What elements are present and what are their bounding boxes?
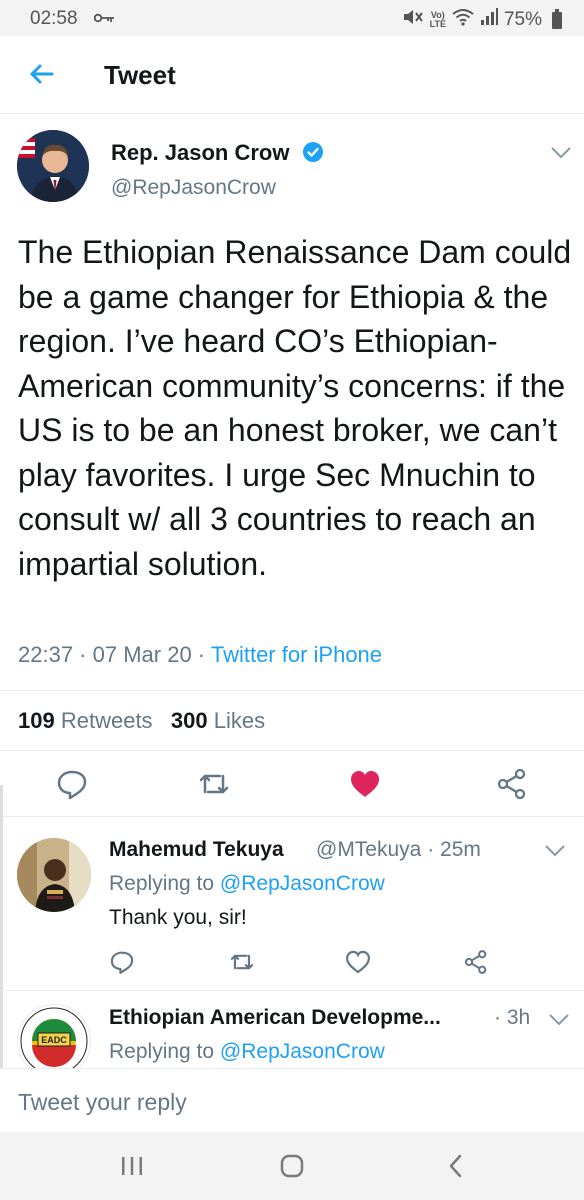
reply-author-handle: @MTekuya · 25m [316, 838, 481, 861]
like-label[interactable]: Likes [214, 708, 265, 733]
tweet-text: The Ethiopian Renaissance Dam could be a… [18, 234, 572, 582]
avatar[interactable] [17, 838, 91, 912]
chevron-down-icon[interactable] [550, 146, 572, 160]
avatar-logo-text: EADC [41, 1035, 67, 1045]
author-handle[interactable]: @RepJasonCrow [111, 176, 276, 200]
like-icon[interactable] [344, 948, 372, 976]
chevron-down-icon[interactable] [544, 844, 566, 858]
tweet-date: 07 Mar 20 [92, 642, 192, 667]
retweet-icon[interactable] [196, 766, 232, 802]
author-name[interactable]: Rep. Jason Crow [111, 140, 289, 166]
retweet-count[interactable]: 109 [18, 708, 55, 733]
battery-icon [552, 8, 562, 29]
share-icon[interactable] [462, 948, 490, 976]
back-icon[interactable] [442, 1152, 470, 1180]
network-indicator: Vo) LTE [429, 10, 446, 29]
divider [0, 990, 584, 991]
system-nav-bar [0, 1132, 584, 1200]
reply-icon[interactable] [54, 766, 90, 802]
avatar[interactable] [17, 130, 89, 202]
tweet-time: 22:37 [18, 642, 74, 667]
battery-level: 75% [503, 9, 542, 30]
key-icon [93, 7, 116, 30]
divider [0, 690, 584, 691]
mute-icon [402, 7, 424, 33]
like-count[interactable]: 300 [171, 708, 208, 733]
reply-time: · 3h [494, 1006, 531, 1029]
like-icon[interactable] [347, 766, 383, 802]
reply-input[interactable] [18, 1085, 558, 1119]
scrollbar[interactable] [0, 785, 3, 1070]
reply-icon[interactable] [108, 948, 136, 976]
reply-author-name[interactable]: Ethiopian American Developme... [109, 1006, 441, 1030]
chevron-down-icon[interactable] [548, 1013, 570, 1027]
page-title: Tweet [104, 60, 176, 90]
home-icon[interactable] [278, 1152, 306, 1180]
wifi-icon [452, 8, 474, 32]
app-header: Tweet [0, 36, 584, 114]
share-icon[interactable] [494, 766, 530, 802]
status-time: 02:58 [30, 8, 78, 29]
retweet-icon[interactable] [228, 948, 256, 976]
reply-composer [0, 1068, 584, 1132]
mention-link[interactable]: @RepJasonCrow [220, 1040, 385, 1063]
verified-badge-icon [302, 141, 324, 163]
tweet-actions [0, 766, 584, 806]
tweet-meta: 22:37 · 07 Mar 20 · Twitter for iPhone [18, 642, 383, 667]
recent-apps-icon[interactable] [118, 1152, 146, 1180]
retweet-label[interactable]: Retweets [61, 708, 153, 733]
tweet-stats: 109 Retweets 300 Likes [18, 708, 265, 734]
replying-to: Replying to @RepJasonCrow [109, 872, 385, 895]
mention-link[interactable]: @RepJasonCrow [220, 872, 385, 895]
divider [0, 750, 584, 751]
avatar[interactable]: EADC [17, 1004, 91, 1078]
arrow-left-icon[interactable] [24, 56, 60, 92]
reply-author-name[interactable]: Mahemud Tekuya [109, 838, 284, 862]
signal-icon [480, 8, 498, 32]
tweet-source-link[interactable]: Twitter for iPhone [211, 642, 382, 667]
reply-text: Thank you, sir! [109, 906, 247, 929]
replying-to: Replying to @RepJasonCrow [109, 1040, 385, 1063]
status-bar: 02:58 Vo) LTE 75% [0, 0, 584, 36]
divider [0, 816, 584, 817]
